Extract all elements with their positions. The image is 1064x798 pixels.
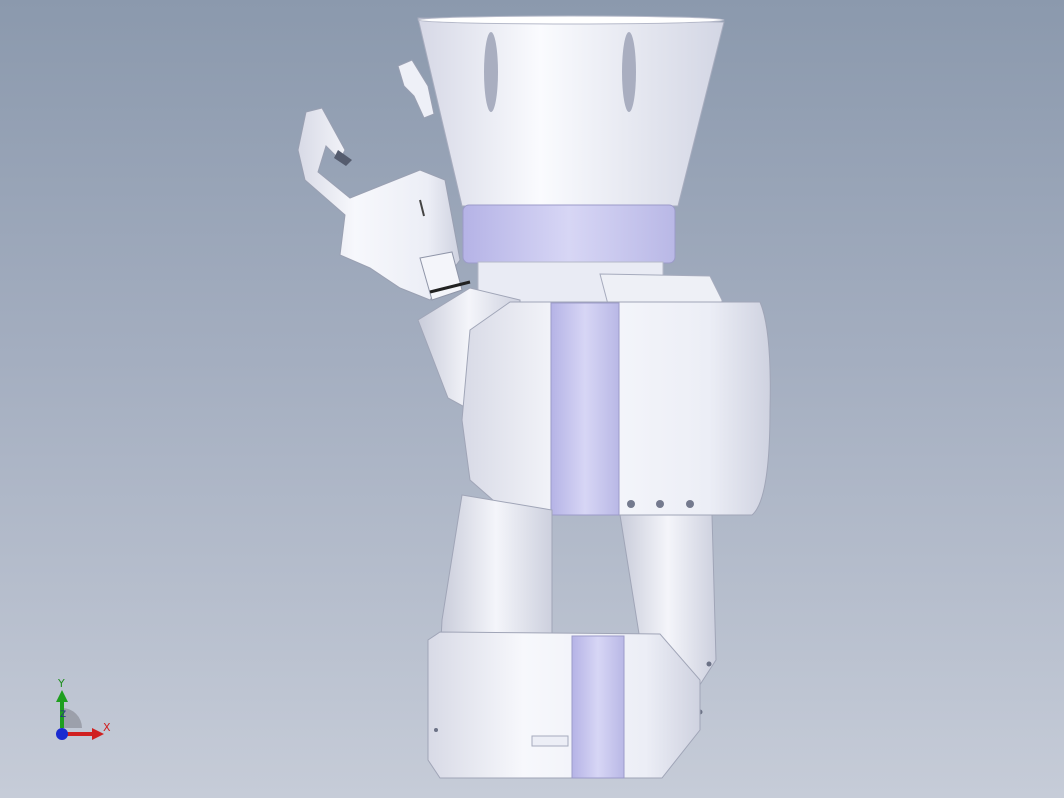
triad-graphic [56, 690, 104, 740]
z-axis-label: Z [60, 710, 67, 720]
robot-arm-model[interactable] [0, 0, 1064, 798]
y-arrowhead-icon [56, 690, 68, 702]
upper-joint-housing[interactable] [461, 273, 771, 516]
axis-triad: X Y Z [40, 668, 130, 758]
y-axis-label: Y [58, 677, 65, 690]
z-axis-dot [56, 728, 68, 740]
flared-cone-tool[interactable] [417, 15, 725, 303]
base-joint-housing[interactable] [427, 631, 701, 779]
x-axis-label: X [103, 721, 111, 734]
3d-viewport[interactable]: X Y Z [0, 0, 1064, 798]
